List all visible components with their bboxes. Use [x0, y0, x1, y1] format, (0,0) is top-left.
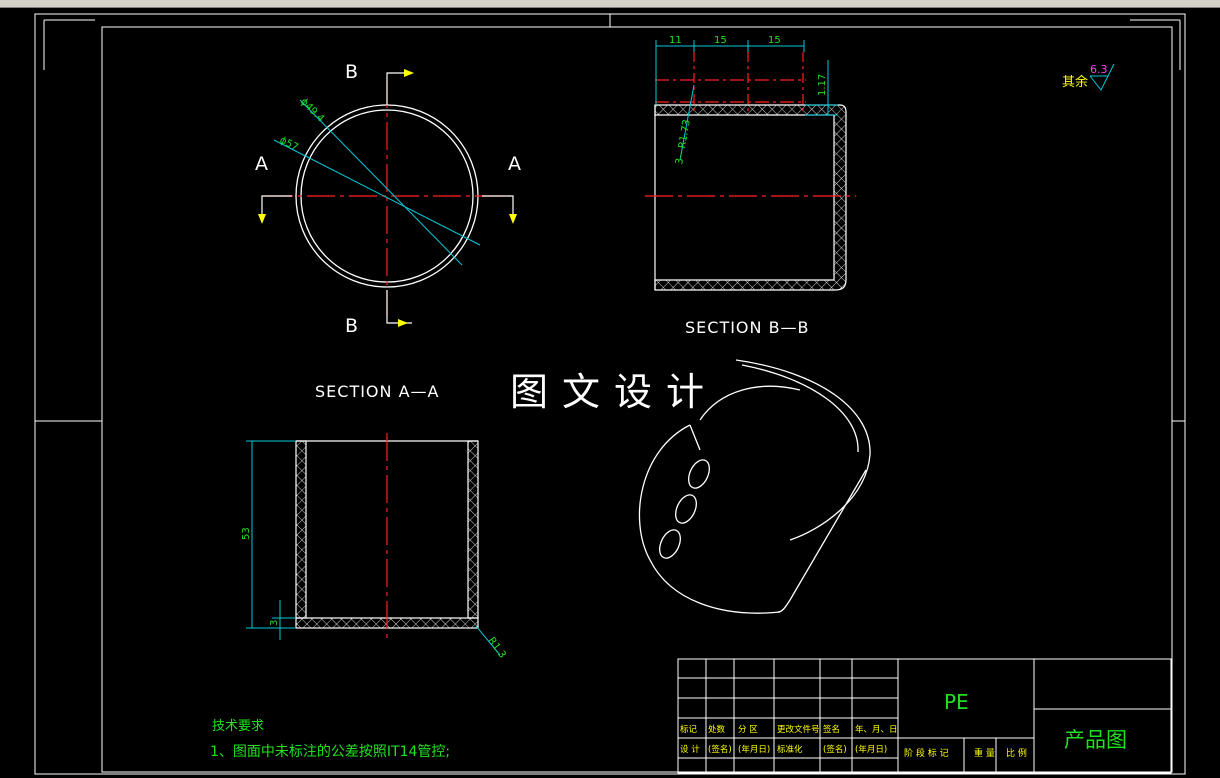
leader-diameter-outer — [273, 139, 481, 246]
title-block-row1: 标记 处数 分 区 更改文件号 签名 年、月、日 — [680, 724, 898, 735]
dim-bb-15a: 15 — [714, 35, 727, 46]
requirements-item-1: 1、图面中未标注的公差按照IT14管控; — [210, 744, 450, 760]
section-aa-view: 53 3 R1.3 — [241, 433, 508, 660]
dim-aa-radius: R1.3 — [486, 635, 508, 660]
leader-diameter-inner — [299, 99, 463, 266]
dim-bb-holes: 3—R1.73 — [674, 119, 693, 166]
title-block-material: PE — [944, 690, 969, 714]
circle-view: ϕ49.4 ϕ57 A A B B — [255, 61, 521, 337]
title-block-row2: 设 计 (签名) (年月日) 标准化 (签名) (年月日) — [680, 744, 887, 755]
dim-aa-bottom: 3 — [269, 620, 280, 626]
cut-label-a-right: A — [508, 153, 521, 175]
section-bb-label: SECTION B—B — [685, 318, 810, 337]
title-block-cell: 签名 — [823, 724, 840, 735]
roughness-prefix: 其余 — [1062, 74, 1088, 90]
dim-outer-diameter: ϕ57 — [278, 135, 300, 154]
section-bb-view: 11 15 15 1.17 3—R1.73 — [645, 35, 856, 291]
requirements-title: 技术要求 — [212, 719, 264, 734]
title-block-cell: 年、月、日 — [855, 724, 898, 735]
title-block-cell: 更改文件号 — [777, 724, 820, 735]
window-title-bar — [0, 0, 1220, 8]
dim-bb-117: 1.17 — [817, 74, 828, 96]
title-block-cell: (签名) — [708, 744, 732, 755]
roughness-note: 其余 6.3 — [1062, 63, 1115, 91]
title-block-cell: 标准化 — [777, 744, 803, 755]
dim-bb-11: 11 — [669, 35, 682, 46]
title-block-cell: (签名) — [823, 744, 847, 755]
roughness-value: 6.3 — [1090, 63, 1108, 76]
title-block-cell: 分 区 — [738, 725, 758, 735]
title-block-cell: (年月日) — [855, 744, 887, 755]
dim-inner-diameter: ϕ49.4 — [298, 96, 326, 124]
title-block-cell: (年月日) — [738, 744, 770, 755]
title-block-cell: 处数 — [708, 724, 726, 735]
title-block-scale: 比 例 — [1006, 747, 1027, 759]
section-aa-label: SECTION A—A — [315, 382, 439, 401]
cut-label-b-bottom: B — [345, 315, 358, 337]
title-block-stage: 阶 段 标 记 — [904, 747, 949, 759]
watermark-text: 图文设计 — [510, 370, 718, 414]
dim-bb-15b: 15 — [768, 35, 781, 46]
title-block-cell: 标记 — [680, 724, 698, 735]
title-block-drawing-name: 产品图 — [1064, 728, 1127, 752]
dim-aa-height: 53 — [241, 527, 252, 540]
title-block-cell: 设 计 — [680, 744, 700, 755]
cad-drawing-canvas[interactable]: ϕ49.4 ϕ57 A A B B 11 15 15 1.17 3—R1.73 … — [0, 8, 1220, 778]
cut-label-b-top: B — [345, 61, 358, 83]
cut-label-a-left: A — [255, 153, 268, 175]
title-block-weight: 重 量 — [974, 747, 995, 759]
